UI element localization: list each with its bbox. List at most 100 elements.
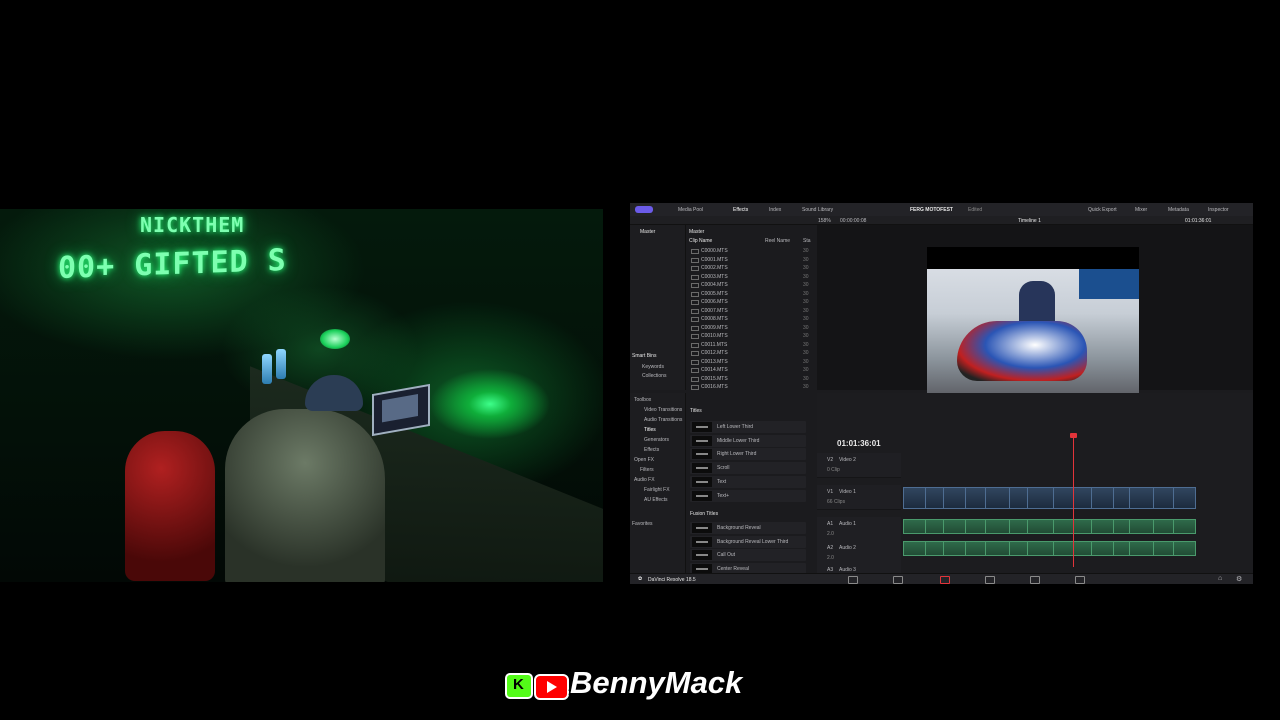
title-item[interactable]: Right Lower Third: [690, 448, 806, 461]
bin-keywords[interactable]: Keywords: [642, 364, 664, 370]
fx-tree-item[interactable]: Toolbox: [634, 397, 651, 403]
audio-clip[interactable]: [1091, 519, 1114, 534]
settings-gear-icon[interactable]: ⚙: [1236, 575, 1242, 583]
audio-clip[interactable]: [1053, 541, 1074, 556]
fairlight-page-icon[interactable]: [1075, 576, 1085, 584]
clip-row[interactable]: C0002.MTS 30: [687, 264, 813, 272]
clip-row[interactable]: C0006.MTS 30: [687, 298, 813, 306]
title-item[interactable]: Text: [690, 475, 806, 488]
audio-clip[interactable]: [1129, 519, 1154, 534]
tab-index[interactable]: Index: [769, 207, 781, 213]
audio-clip[interactable]: [1173, 541, 1196, 556]
audio-clip[interactable]: [1027, 541, 1054, 556]
audio-clip[interactable]: [925, 519, 944, 534]
audio-clip[interactable]: [985, 519, 1010, 534]
tab-sound-library[interactable]: Sound Library: [802, 207, 833, 213]
audio-clip[interactable]: [1073, 519, 1092, 534]
title-item[interactable]: Left Lower Third: [690, 421, 806, 433]
cut-page-icon[interactable]: [893, 576, 903, 584]
clip-row[interactable]: C0008.MTS 30: [687, 315, 813, 323]
clip-row[interactable]: C0001.MTS 30: [687, 256, 813, 264]
home-icon[interactable]: ⌂: [1218, 575, 1222, 582]
fx-tree-item[interactable]: Filters: [640, 467, 654, 473]
audio-clip[interactable]: [1091, 541, 1114, 556]
title-item[interactable]: Middle Lower Third: [690, 434, 806, 447]
video-clip[interactable]: [943, 487, 966, 509]
media-page-icon[interactable]: [848, 576, 858, 584]
track-header[interactable]: A1 Audio 1 2.0: [817, 517, 901, 542]
audio-clip[interactable]: [1009, 519, 1028, 534]
audio-clip[interactable]: [965, 519, 986, 534]
audio-clip[interactable]: [985, 541, 1010, 556]
audio-clip[interactable]: [1027, 519, 1054, 534]
fx-tree-item[interactable]: Audio Transitions: [644, 417, 682, 423]
audio-clip[interactable]: [1009, 541, 1028, 556]
playhead[interactable]: [1070, 433, 1077, 567]
video-clip[interactable]: [903, 487, 926, 509]
audio-clip[interactable]: [903, 519, 926, 534]
video-clip[interactable]: [1173, 487, 1196, 509]
clip-row[interactable]: C0004.MTS 30: [687, 281, 813, 289]
clip-row[interactable]: C0009.MTS 30: [687, 324, 813, 332]
tab-media-pool[interactable]: Media Pool: [678, 207, 703, 213]
clip-row[interactable]: C0000.MTS 30: [687, 247, 813, 255]
tab-quick-export[interactable]: Quick Export: [1088, 207, 1117, 213]
fusion-title-item[interactable]: Background Reveal: [690, 522, 806, 534]
timeline-panel[interactable]: 01:01:36:01 V2 Video 2 0 Clip V1 Video 1 66 C…: [817, 393, 1253, 584]
clip-row[interactable]: C0014.MTS 30: [687, 366, 813, 374]
audio-clip[interactable]: [1113, 541, 1130, 556]
bin-master[interactable]: Master: [640, 229, 655, 235]
clip-row[interactable]: C0005.MTS 30: [687, 290, 813, 298]
track-header[interactable]: V1 Video 1 66 Clips: [817, 485, 901, 510]
video-clip[interactable]: [1091, 487, 1114, 509]
video-frame[interactable]: [927, 247, 1139, 397]
video-clip[interactable]: [1009, 487, 1028, 509]
column-sta[interactable]: Sta: [803, 238, 811, 244]
tab-effects[interactable]: Effects: [733, 207, 748, 213]
title-item[interactable]: Text+: [690, 489, 806, 502]
fx-tree-item[interactable]: Effects: [644, 447, 659, 453]
audio-clip[interactable]: [1153, 519, 1174, 534]
clip-row[interactable]: C0016.MTS 30: [687, 383, 813, 391]
video-clip[interactable]: [1027, 487, 1054, 509]
fusion-page-icon[interactable]: [985, 576, 995, 584]
fx-tree-item[interactable]: Titles: [644, 427, 656, 433]
clip-row[interactable]: C0010.MTS 30: [687, 332, 813, 340]
video-clip[interactable]: [1153, 487, 1174, 509]
fx-tree-item[interactable]: Generators: [644, 437, 669, 443]
clip-row[interactable]: C0011.MTS 30: [687, 341, 813, 349]
workspace-logo-icon[interactable]: [635, 206, 653, 213]
video-clip[interactable]: [1129, 487, 1154, 509]
color-page-icon[interactable]: [1030, 576, 1040, 584]
clip-row[interactable]: C0007.MTS 30: [687, 307, 813, 315]
audio-clip[interactable]: [1053, 519, 1074, 534]
timeline-selector[interactable]: Timeline 1: [1018, 218, 1041, 224]
audio-clip[interactable]: [903, 541, 926, 556]
fx-tree-item[interactable]: Open FX: [634, 457, 654, 463]
video-clip[interactable]: [1113, 487, 1130, 509]
audio-clip[interactable]: [943, 519, 966, 534]
audio-clip[interactable]: [1129, 541, 1154, 556]
edit-page-icon[interactable]: [940, 576, 950, 584]
video-clip[interactable]: [965, 487, 986, 509]
video-clip[interactable]: [925, 487, 944, 509]
video-clip[interactable]: [1053, 487, 1074, 509]
video-clip[interactable]: [985, 487, 1010, 509]
audio-clip[interactable]: [1173, 519, 1196, 534]
tab-metadata[interactable]: Metadata: [1168, 207, 1189, 213]
audio-clip[interactable]: [943, 541, 966, 556]
audio-clip[interactable]: [1113, 519, 1130, 534]
audio-clip[interactable]: [925, 541, 944, 556]
tab-inspector[interactable]: Inspector: [1208, 207, 1229, 213]
fx-tree-item[interactable]: Video Transitions: [644, 407, 682, 413]
fx-tree-item[interactable]: Favorites: [632, 521, 653, 527]
fusion-title-item[interactable]: Call Out: [690, 549, 806, 562]
column-reel-name[interactable]: Reel Name: [765, 238, 790, 244]
audio-clip[interactable]: [1073, 541, 1092, 556]
clip-row[interactable]: C0013.MTS 30: [687, 358, 813, 366]
fx-tree-item[interactable]: Fairlight FX: [644, 487, 670, 493]
clip-row[interactable]: C0012.MTS 30: [687, 349, 813, 357]
fx-tree-item[interactable]: Audio FX: [634, 477, 655, 483]
title-item[interactable]: Scroll: [690, 462, 806, 475]
bin-collections[interactable]: Collections: [642, 373, 666, 379]
